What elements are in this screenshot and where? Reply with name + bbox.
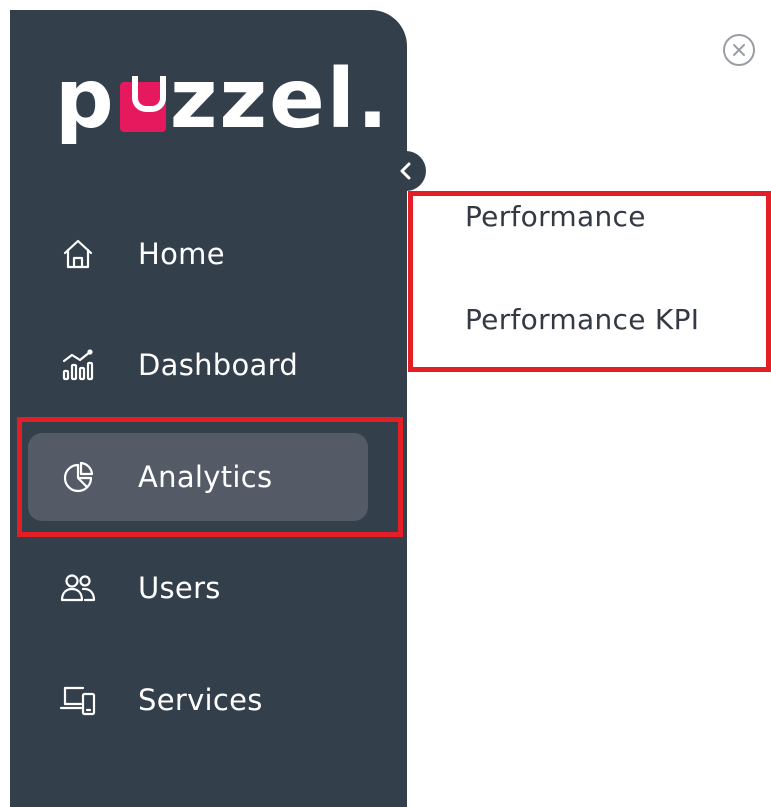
sidebar-item-services[interactable]: Services (28, 656, 368, 744)
home-icon (58, 234, 98, 274)
devices-icon (58, 680, 98, 720)
sidebar-item-label: Services (138, 683, 263, 717)
close-circle-icon (723, 34, 755, 66)
sidebar-item-label: Dashboard (138, 348, 299, 382)
close-button[interactable] (721, 32, 757, 68)
submenu-highlight-box (408, 191, 771, 372)
sidebar-item-home[interactable]: Home (28, 210, 368, 298)
chevron-left-icon (400, 162, 411, 180)
analytics-highlight-box (17, 417, 403, 537)
sidebar-item-users[interactable]: Users (28, 544, 368, 632)
sidebar-item-dashboard[interactable]: Dashboard (28, 321, 368, 409)
puzzel-logo-mark (119, 76, 166, 132)
dashboard-icon (58, 345, 98, 385)
collapse-sidebar-button[interactable] (386, 151, 426, 191)
users-icon (58, 568, 98, 608)
sidebar-item-label: Users (138, 571, 221, 605)
sidebar-item-label: Home (138, 237, 225, 271)
puzzel-logo: p zzel. (55, 52, 391, 147)
